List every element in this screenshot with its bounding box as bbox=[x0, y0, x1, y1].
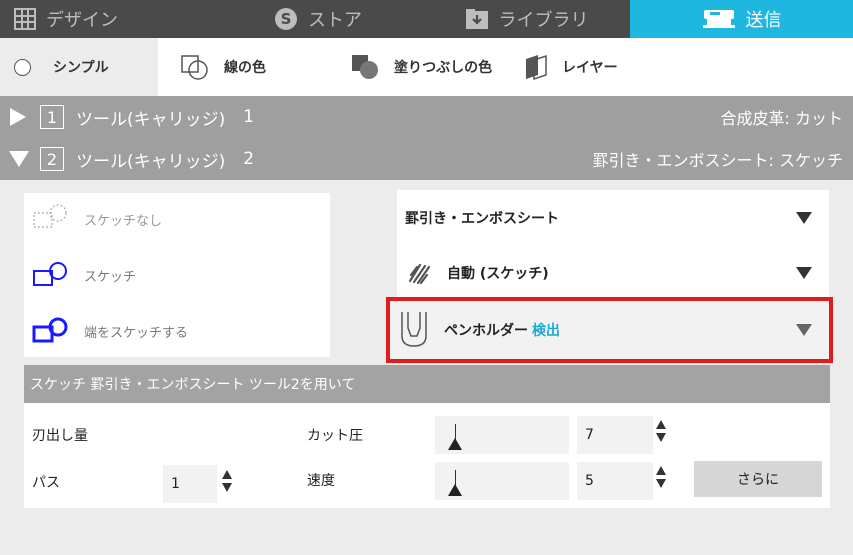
stepper-up-icon[interactable] bbox=[222, 470, 232, 479]
force-slider[interactable] bbox=[435, 416, 569, 454]
tab-send[interactable]: 送信 bbox=[630, 0, 853, 38]
fill-color-icon bbox=[350, 53, 382, 81]
passes-stepper[interactable] bbox=[221, 470, 233, 492]
layer-icon bbox=[522, 53, 550, 81]
force-stepper[interactable] bbox=[655, 420, 667, 442]
collapse-triangle-icon[interactable] bbox=[8, 149, 30, 169]
stepper-up-icon[interactable] bbox=[656, 466, 666, 475]
speed-slider-thumb[interactable] bbox=[448, 484, 462, 496]
passes-input[interactable]: 1 bbox=[163, 465, 217, 503]
tool-2-box: 2 bbox=[40, 147, 64, 171]
dropdown-arrow-icon bbox=[795, 266, 813, 280]
passes-value: 1 bbox=[171, 476, 180, 492]
more-button[interactable]: さらに bbox=[694, 461, 822, 497]
tool-1-box: 1 bbox=[40, 105, 64, 129]
top-tab-bar: デザイン S ストア ライブラリ 送信 bbox=[0, 0, 853, 38]
line-color-option[interactable]: 線の色 bbox=[180, 38, 266, 96]
sketch-icon bbox=[32, 259, 72, 291]
layer-option[interactable]: レイヤー bbox=[522, 38, 618, 96]
tab-store-label: ストア bbox=[308, 10, 362, 31]
tool-1-material: 合成皮革: カット bbox=[720, 109, 843, 128]
settings-header-text: スケッチ 罫引き・エンボスシート ツール2を用いて bbox=[30, 377, 356, 393]
speed-slider[interactable] bbox=[435, 462, 569, 500]
stepper-down-icon[interactable] bbox=[222, 483, 232, 492]
fill-color-option[interactable]: 塗りつぶしの色 bbox=[350, 38, 492, 96]
action-dropdown[interactable]: 自動 (スケッチ) bbox=[397, 245, 829, 301]
style-options-row: シンプル 線の色 塗りつぶしの色 レイヤー bbox=[0, 38, 853, 96]
sketch-option-sketch-label: スケッチ bbox=[84, 269, 137, 285]
dropdown-arrow-icon bbox=[795, 323, 813, 337]
send-cutter-icon bbox=[702, 8, 736, 30]
store-s-icon: S bbox=[274, 7, 298, 31]
tab-store[interactable]: S ストア bbox=[213, 0, 423, 38]
more-button-label: さらに bbox=[737, 472, 779, 488]
svg-text:S: S bbox=[281, 10, 292, 28]
tab-design[interactable]: デザイン bbox=[0, 0, 213, 38]
speed-value: 5 bbox=[585, 473, 594, 489]
holder-dropdown[interactable]: ペンホルダー 検出 bbox=[386, 297, 833, 363]
grid-icon bbox=[14, 8, 36, 30]
tab-send-label: 送信 bbox=[745, 10, 782, 31]
holder-detect-status: 検出 bbox=[532, 323, 560, 339]
tool-row-1[interactable]: 1 ツール(キャリッジ) 1 合成皮革: カット bbox=[0, 96, 853, 138]
passes-label: パス bbox=[32, 475, 60, 491]
tab-design-label: デザイン bbox=[46, 10, 118, 31]
sketch-option-none-label: スケッチなし bbox=[84, 213, 163, 229]
settings-panel: 刃出し量 パス 1 カット圧 7 速度 5 さらに bbox=[24, 403, 830, 508]
sketch-option-edge[interactable]: 端をスケッチする bbox=[32, 315, 188, 347]
library-download-icon bbox=[465, 8, 489, 30]
sketch-options-panel: スケッチなし スケッチ 端をスケッチする bbox=[24, 193, 330, 357]
settings-header: スケッチ 罫引き・エンボスシート ツール2を用いて bbox=[24, 365, 830, 403]
tab-library[interactable]: ライブラリ bbox=[423, 0, 630, 38]
stepper-down-icon[interactable] bbox=[656, 433, 666, 442]
pen-holder-icon bbox=[398, 310, 430, 350]
sketch-pen-icon bbox=[407, 261, 433, 285]
speed-label: 速度 bbox=[307, 473, 335, 489]
line-color-label: 線の色 bbox=[224, 60, 266, 76]
material-dropdown[interactable]: 罫引き・エンボスシート bbox=[397, 190, 829, 246]
sketch-edge-icon bbox=[32, 315, 72, 347]
force-slider-thumb[interactable] bbox=[448, 438, 462, 450]
speed-stepper[interactable] bbox=[655, 466, 667, 488]
force-input[interactable]: 7 bbox=[577, 416, 653, 454]
speed-input[interactable]: 5 bbox=[577, 462, 653, 500]
line-color-icon bbox=[180, 53, 212, 81]
tool-1-label: ツール(キャリッジ) bbox=[76, 109, 226, 130]
tool-2-label: ツール(キャリッジ) bbox=[76, 151, 226, 172]
sketch-option-edge-label: 端をスケッチする bbox=[84, 325, 189, 341]
tool-row-2[interactable]: 2 ツール(キャリッジ) 2 罫引き・エンボスシート: スケッチ bbox=[0, 138, 853, 180]
dropdown-arrow-icon bbox=[795, 211, 813, 225]
tab-library-label: ライブラリ bbox=[498, 10, 589, 31]
layer-label: レイヤー bbox=[562, 60, 618, 76]
sketch-option-sketch[interactable]: スケッチ bbox=[32, 259, 136, 291]
holder-dropdown-value: ペンホルダー bbox=[444, 323, 528, 339]
simple-radio[interactable] bbox=[14, 58, 31, 76]
simple-label: シンプル bbox=[53, 60, 109, 76]
simple-option[interactable]: シンプル bbox=[0, 38, 158, 96]
sketch-option-none[interactable]: スケッチなし bbox=[32, 203, 162, 235]
expand-triangle-icon[interactable] bbox=[8, 106, 30, 128]
tool-1-number: 1 bbox=[243, 107, 255, 127]
stepper-down-icon[interactable] bbox=[656, 479, 666, 488]
blade-depth-label: 刃出し量 bbox=[32, 428, 88, 444]
tool-2-number: 2 bbox=[243, 149, 255, 169]
tool-2-material: 罫引き・エンボスシート: スケッチ bbox=[592, 151, 843, 170]
fill-color-label: 塗りつぶしの色 bbox=[394, 60, 493, 76]
action-dropdown-value: 自動 (スケッチ) bbox=[447, 266, 549, 282]
no-sketch-icon bbox=[32, 203, 72, 235]
stepper-up-icon[interactable] bbox=[656, 420, 666, 429]
material-dropdown-value: 罫引き・エンボスシート bbox=[405, 211, 559, 227]
force-label: カット圧 bbox=[307, 428, 363, 444]
force-value: 7 bbox=[585, 427, 594, 443]
